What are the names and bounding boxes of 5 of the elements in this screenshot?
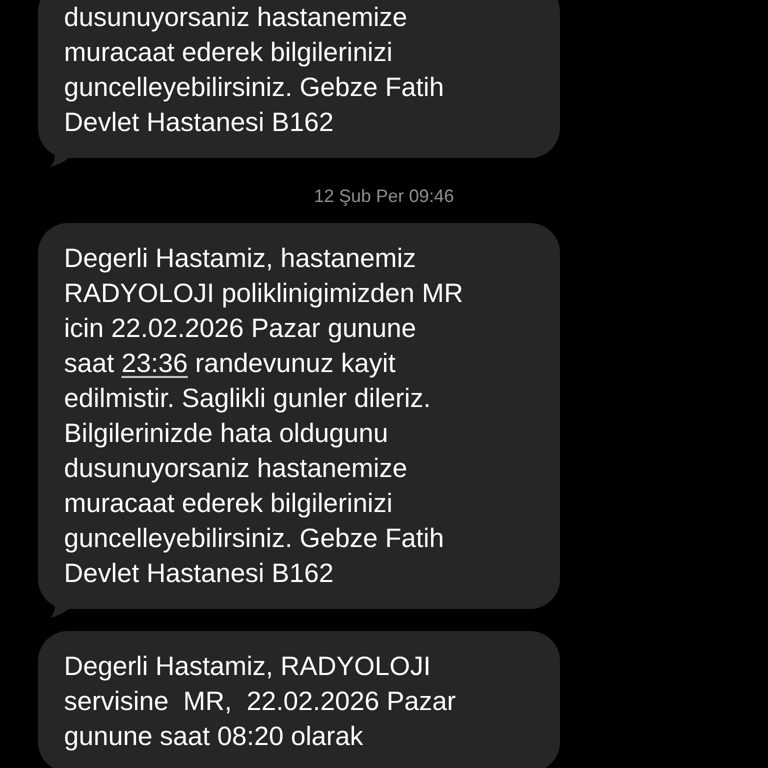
message-text: dusunuyorsaniz hastanemize muracaat ederek bilgilerinizi guncelleyebilirsiniz. Gebze Fatih Devlet Hastanesi B162 [64,1,446,139]
message-text: Degerli Hastamiz, RADYOLOJI servisine MR, 22.02.2026 Pazar gunune saat 08:20 olarak [64,650,457,753]
message-timestamp: 12 Şub Per 09:46 [314,185,454,207]
time-link[interactable]: 23:36 [121,348,188,378]
message-text: Degerli Hastamiz, hastanemiz RADYOLOJI poliklinigimizden MR icin 22.02.2026 Pazar gunune saat 23:36 randevunuz kayit edilmistir. Saglikli gunler dileriz. Bilgilerinizde hata oldugunu dusunuyorsaniz hastanemize muracaat ederek bilgilerinizi guncelleyebilirsiniz. Gebze Fatih Devlet Hastanesi B162 [64,242,464,590]
